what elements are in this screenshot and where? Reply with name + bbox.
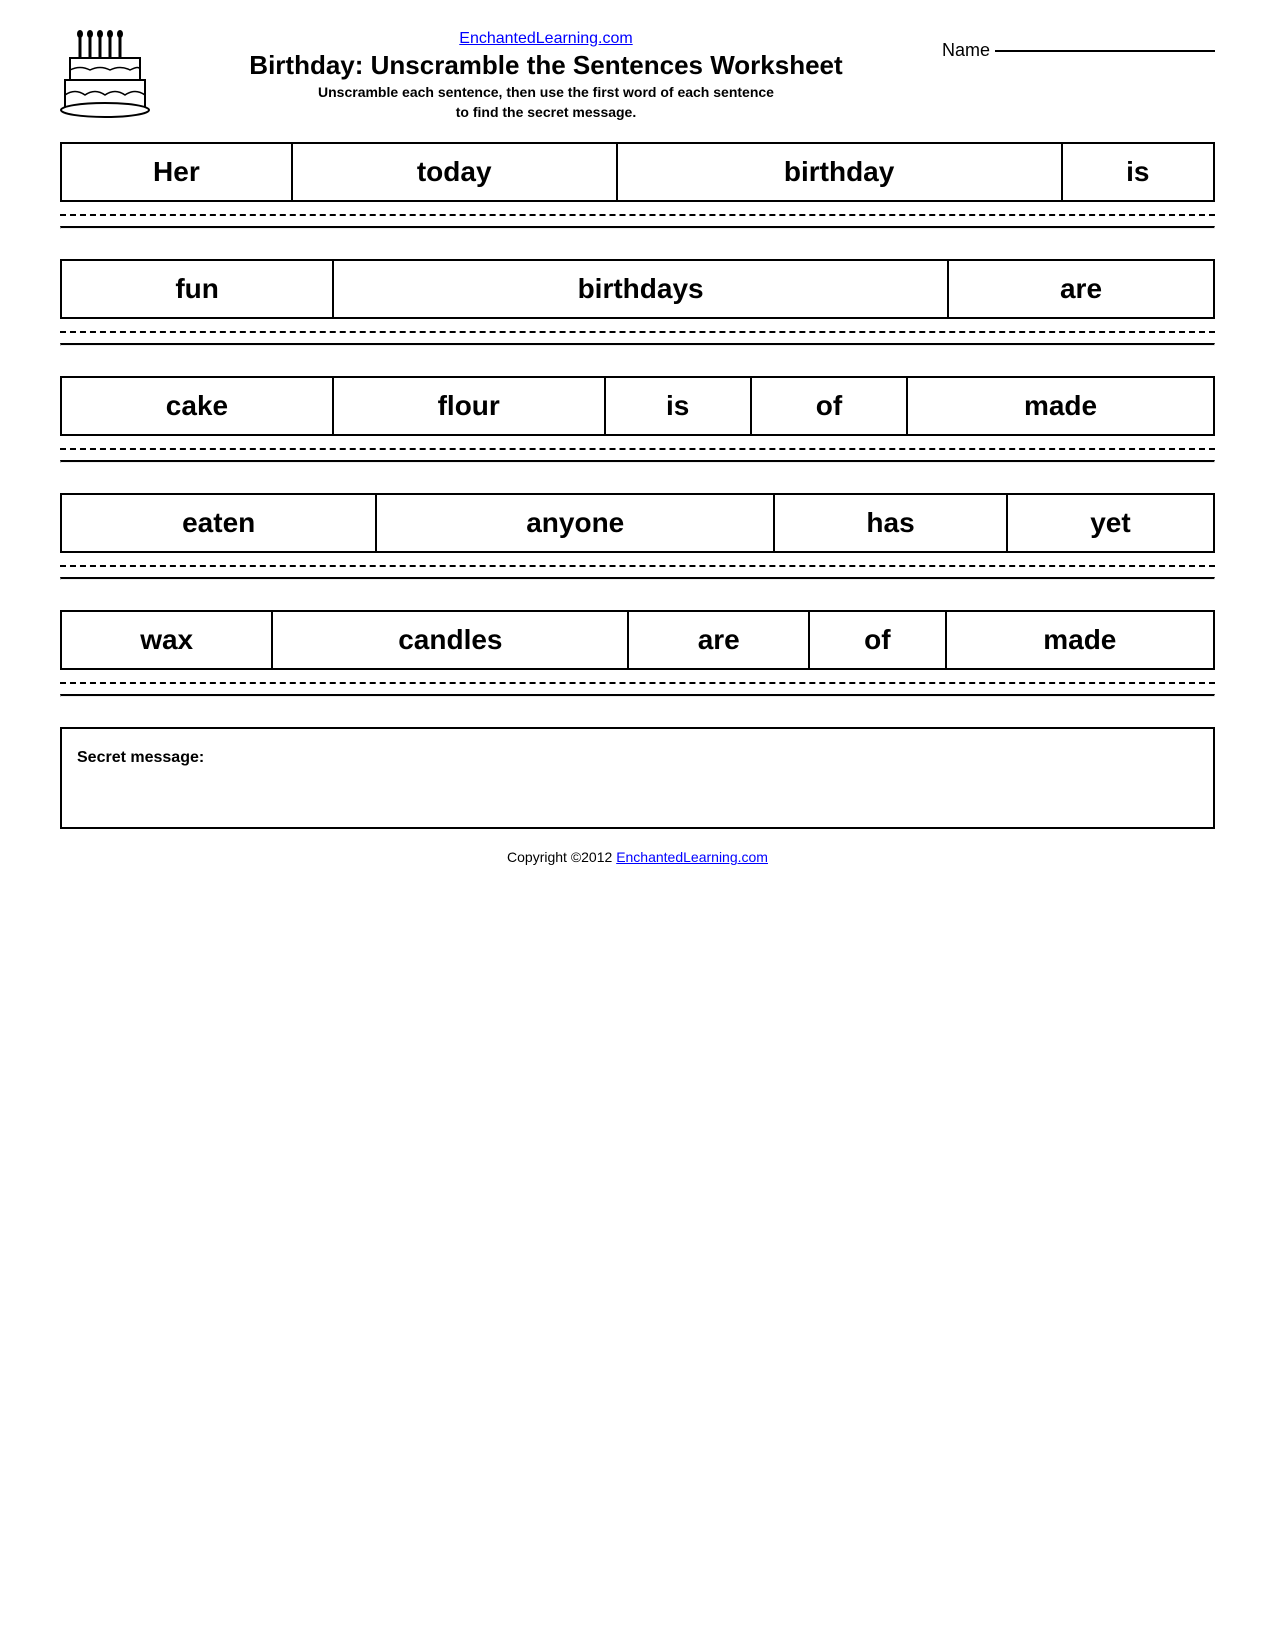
word-cell: birthday	[617, 143, 1062, 201]
sentence-block-1: Her today birthday is	[60, 142, 1215, 229]
word-table-1: Her today birthday is	[60, 142, 1215, 202]
dotted-line	[60, 565, 1215, 567]
word-cell: yet	[1007, 494, 1214, 552]
footer-site-link[interactable]: EnchantedLearning.com	[616, 849, 768, 865]
name-input-line	[995, 50, 1215, 52]
solid-line	[60, 460, 1215, 463]
write-lines-5	[60, 682, 1215, 697]
word-cell: anyone	[376, 494, 774, 552]
solid-line	[60, 577, 1215, 580]
page-header: EnchantedLearning.com Birthday: Unscramb…	[60, 30, 1215, 122]
word-cell: made	[907, 377, 1214, 435]
secret-message-box: Secret message:	[60, 727, 1215, 829]
solid-line	[60, 694, 1215, 697]
dotted-line	[60, 331, 1215, 333]
word-table-4: eaten anyone has yet	[60, 493, 1215, 553]
dotted-line	[60, 682, 1215, 684]
word-cell: today	[292, 143, 617, 201]
name-label: Name	[942, 40, 990, 61]
word-cell: is	[1062, 143, 1214, 201]
secret-message-label: Secret message:	[77, 749, 204, 766]
word-cell: Her	[61, 143, 292, 201]
sentence-block-2: fun birthdays are	[60, 259, 1215, 346]
word-cell: flour	[333, 377, 605, 435]
word-table-3: cake flour is of made	[60, 376, 1215, 436]
sentence-block-4: eaten anyone has yet	[60, 493, 1215, 580]
solid-line	[60, 226, 1215, 229]
solid-line	[60, 343, 1215, 346]
word-cell: eaten	[61, 494, 376, 552]
copyright-year: ©2012	[571, 849, 612, 865]
word-cell: are	[628, 611, 809, 669]
word-cell: of	[809, 611, 946, 669]
name-field: Name	[942, 30, 1215, 61]
word-cell: has	[774, 494, 1007, 552]
word-cell: cake	[61, 377, 333, 435]
dotted-line	[60, 214, 1215, 216]
dotted-line	[60, 448, 1215, 450]
word-cell: wax	[61, 611, 272, 669]
sentence-block-5: wax candles are of made	[60, 610, 1215, 697]
word-table-5: wax candles are of made	[60, 610, 1215, 670]
write-lines-1	[60, 214, 1215, 229]
word-cell: is	[605, 377, 751, 435]
worksheet-title: Birthday: Unscramble the Sentences Works…	[170, 50, 922, 81]
cake-icon	[60, 30, 150, 120]
copyright-text: Copyright	[507, 849, 567, 865]
word-cell: candles	[272, 611, 628, 669]
sentence-block-3: cake flour is of made	[60, 376, 1215, 463]
worksheet-subtitle: Unscramble each sentence, then use the f…	[170, 83, 922, 122]
header-text: EnchantedLearning.com Birthday: Unscramb…	[170, 30, 922, 122]
word-cell: birthdays	[333, 260, 948, 318]
write-lines-2	[60, 331, 1215, 346]
write-lines-3	[60, 448, 1215, 463]
site-link[interactable]: EnchantedLearning.com	[459, 30, 632, 47]
footer: Copyright ©2012 EnchantedLearning.com	[60, 849, 1215, 865]
write-lines-4	[60, 565, 1215, 580]
word-cell: made	[946, 611, 1214, 669]
word-cell: are	[948, 260, 1214, 318]
word-cell: of	[751, 377, 907, 435]
word-table-2: fun birthdays are	[60, 259, 1215, 319]
word-cell: fun	[61, 260, 333, 318]
